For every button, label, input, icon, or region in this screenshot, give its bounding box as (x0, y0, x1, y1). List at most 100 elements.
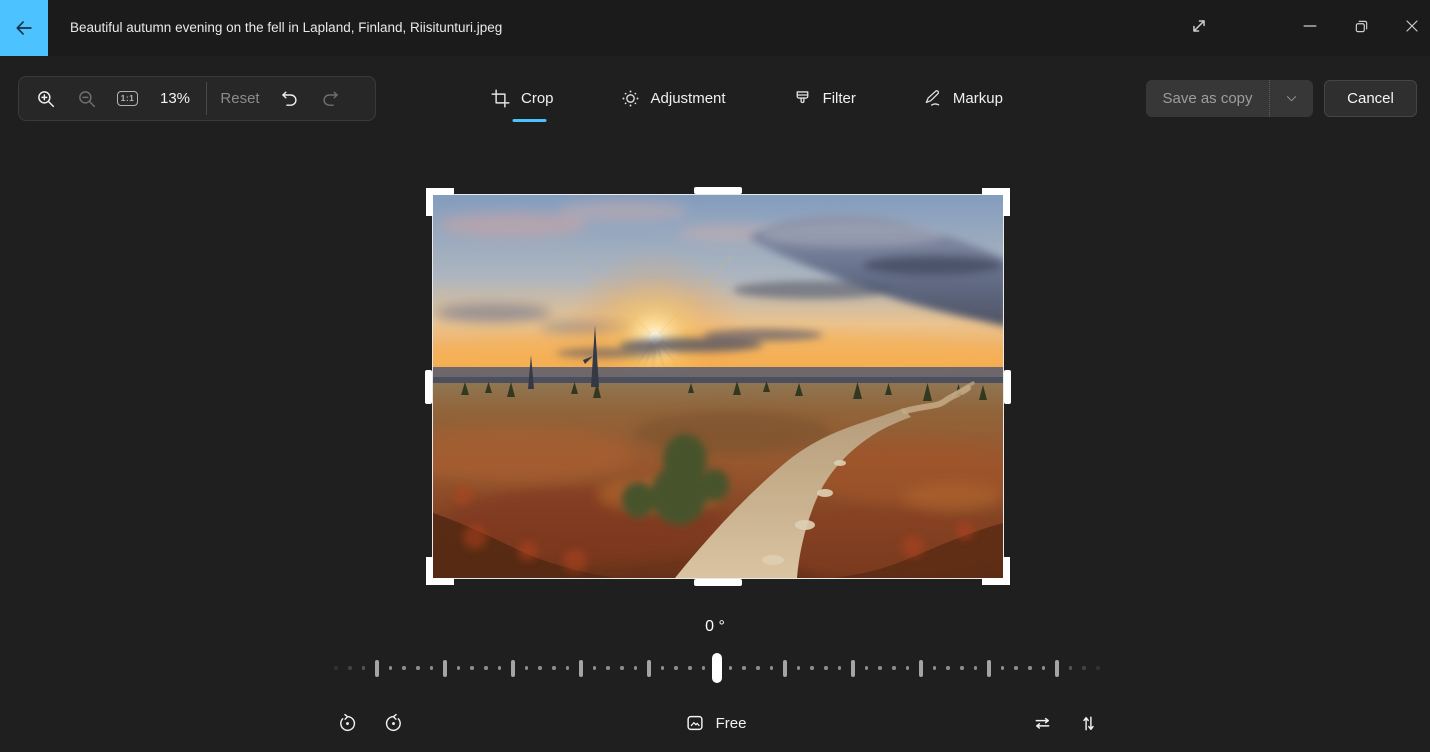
ruler-tick (620, 666, 624, 670)
actual-size-button[interactable]: 1:1 (107, 81, 148, 117)
ruler-tick (1028, 666, 1032, 670)
crop-handle-bottom[interactable] (694, 579, 742, 586)
markup-icon (922, 88, 943, 109)
tab-filter[interactable]: Filter (790, 76, 858, 121)
straighten-ruler[interactable] (328, 652, 1106, 684)
crop-handle-right[interactable] (1004, 370, 1011, 404)
flip-horizontal-icon (1031, 712, 1054, 735)
edit-mode-tabs: Crop Adjustment (488, 76, 1005, 121)
redo-button[interactable] (310, 81, 351, 117)
undo-icon (279, 88, 300, 109)
ruler-tick (838, 666, 842, 670)
ruler-tick (606, 666, 610, 670)
ruler-tick (552, 666, 556, 670)
crop-handle-left[interactable] (425, 370, 432, 404)
ruler-tick (1096, 666, 1100, 670)
ruler-tick (430, 666, 434, 670)
ruler-tick (906, 666, 910, 670)
crop-handle-top-left[interactable] (426, 188, 454, 216)
aspect-ratio-button[interactable]: Free (676, 703, 755, 743)
ruler-tick (770, 666, 774, 670)
ruler-tick (1055, 660, 1060, 677)
window-title: Beautiful autumn evening on the fell in … (70, 0, 502, 56)
aspect-ratio-container: Free (0, 703, 1430, 743)
ruler-tick (593, 666, 597, 670)
tab-crop[interactable]: Crop (488, 76, 556, 121)
redo-icon (320, 88, 341, 109)
ruler-tick (511, 660, 516, 677)
ruler-tick (661, 666, 665, 670)
ruler-tick (348, 666, 352, 670)
ruler-tick (1069, 666, 1073, 670)
undo-button[interactable] (269, 81, 310, 117)
expand-icon (1188, 15, 1210, 37)
ruler-tick (579, 660, 584, 677)
save-as-copy-label: Save as copy (1146, 90, 1269, 107)
close-icon (1402, 16, 1422, 36)
crop-handle-top[interactable] (694, 187, 742, 194)
crop-icon (490, 88, 511, 109)
tab-markup[interactable]: Markup (920, 76, 1005, 121)
ruler-tick (566, 666, 570, 670)
back-button[interactable] (0, 0, 48, 56)
crop-handle-top-right[interactable] (982, 188, 1010, 216)
ruler-tick (525, 666, 529, 670)
ruler-tick (470, 666, 474, 670)
ruler-tick (797, 666, 801, 670)
ruler-tick (987, 660, 992, 677)
ruler-tick (742, 666, 746, 670)
tab-crop-label: Crop (521, 90, 554, 107)
tab-adjustment-label: Adjustment (651, 90, 726, 107)
rotation-angle-value: 0 ° (0, 618, 1430, 636)
save-as-copy-button[interactable]: Save as copy (1146, 80, 1313, 117)
zoom-out-button[interactable] (66, 81, 107, 117)
toolbar-divider (206, 82, 207, 115)
zoom-level: 13% (148, 90, 202, 107)
aspect-ratio-label: Free (716, 715, 747, 732)
chevron-down-icon (1284, 91, 1299, 106)
minimize-icon (1300, 16, 1320, 36)
ruler-tick (647, 660, 652, 677)
aspect-ratio-icon (684, 712, 706, 734)
ruler-tick (443, 660, 448, 677)
close-button[interactable] (1391, 4, 1430, 48)
zoom-toolbar: 1:1 13% Reset (18, 76, 376, 121)
ruler-tick (498, 666, 502, 670)
ruler-tick (634, 666, 638, 670)
crop-area[interactable] (433, 195, 1003, 578)
zoom-out-icon (76, 88, 98, 110)
straighten-handle[interactable] (712, 653, 722, 683)
ruler-tick (756, 666, 760, 670)
adjustment-icon (620, 88, 641, 109)
ruler-tick (538, 666, 542, 670)
fullscreen-button[interactable] (1178, 4, 1220, 48)
zoom-in-button[interactable] (25, 81, 66, 117)
tab-adjustment[interactable]: Adjustment (618, 76, 728, 121)
ruler-tick (919, 660, 924, 677)
photos-editor-window: Beautiful autumn evening on the fell in … (0, 0, 1430, 752)
minimize-button[interactable] (1289, 4, 1331, 48)
tab-markup-label: Markup (953, 90, 1003, 107)
ruler-tick (865, 666, 869, 670)
ruler-tick (892, 666, 896, 670)
ruler-tick (1042, 666, 1046, 670)
ruler-tick (457, 666, 461, 670)
save-options-dropdown[interactable] (1269, 80, 1313, 117)
ruler-tick (688, 666, 692, 670)
flip-vertical-button[interactable] (1068, 703, 1108, 743)
crop-handle-bottom-right[interactable] (982, 557, 1010, 585)
photo-preview (433, 195, 1003, 578)
restore-icon (1352, 17, 1371, 36)
cancel-button[interactable]: Cancel (1324, 80, 1417, 117)
ruler-tick (702, 666, 706, 670)
crop-handle-bottom-left[interactable] (426, 557, 454, 585)
ruler-tick (933, 666, 937, 670)
flip-horizontal-button[interactable] (1022, 703, 1062, 743)
reset-button[interactable]: Reset (211, 81, 269, 117)
restore-button[interactable] (1340, 4, 1382, 48)
actual-size-icon: 1:1 (117, 91, 139, 106)
ruler-tick (402, 666, 406, 670)
ruler-tick (851, 660, 856, 677)
ruler-tick (1014, 666, 1018, 670)
ruler-tick (1082, 666, 1086, 670)
